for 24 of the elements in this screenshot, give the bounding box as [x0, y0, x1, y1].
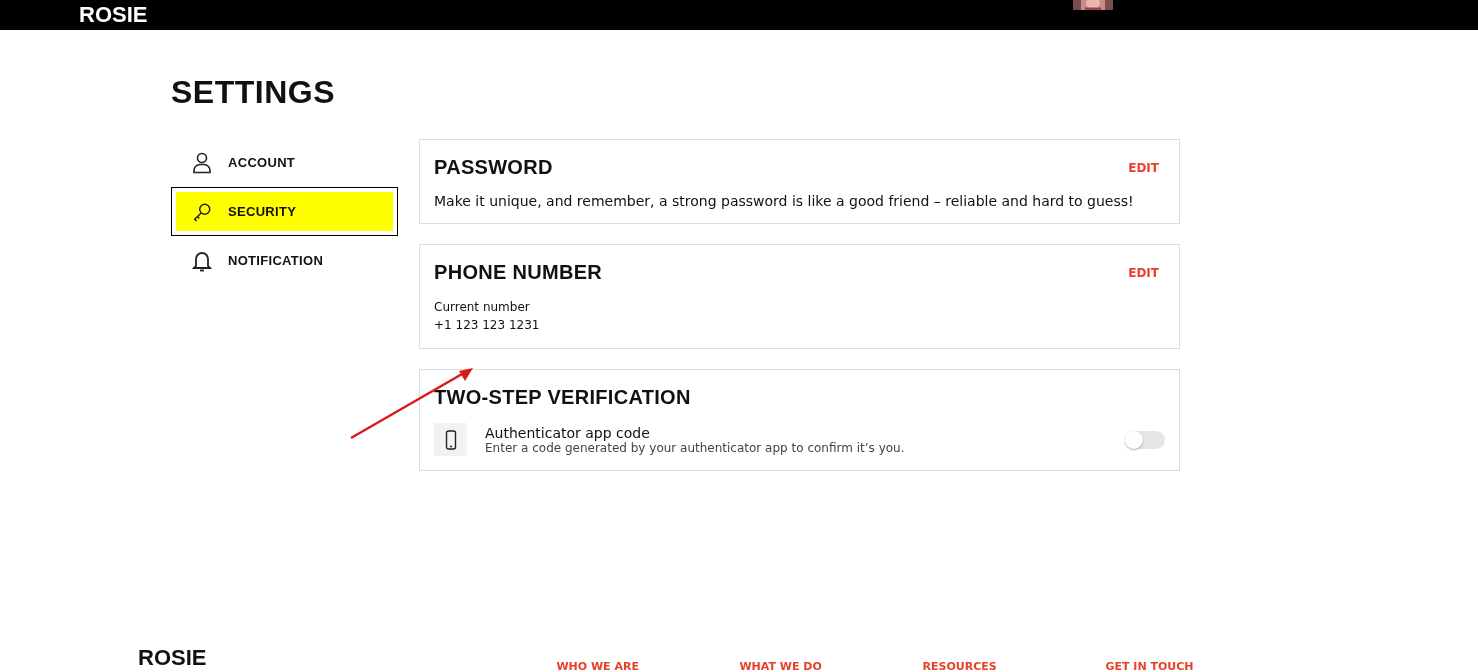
option-description: Enter a code generated by your authenticator app to confirm it’s you. [485, 440, 906, 455]
edit-link[interactable]: EDIT [1128, 160, 1159, 175]
section-title: PHONE NUMBER [434, 261, 603, 284]
footer-link[interactable]: WHO WE ARE [556, 646, 740, 672]
edit-link[interactable]: EDIT [1128, 265, 1159, 280]
field-label: Current number [434, 299, 531, 316]
logo[interactable]: ROSIE [79, 2, 148, 28]
sidebar-item[interactable]: ACCOUNT [171, 138, 398, 187]
option-title: Authenticator app code [485, 424, 651, 441]
footer-link[interactable]: RESOURCES [922, 646, 1106, 672]
phone-icon [434, 423, 467, 456]
footer-logo[interactable]: ROSIE [138, 646, 207, 670]
page-title: SETTINGS [171, 74, 336, 111]
sidebar-item[interactable]: NOTIFICATION [171, 236, 398, 285]
phone-number: +1 123 123 1231 [434, 317, 541, 334]
footer-link[interactable]: GET IN TOUCH [1105, 646, 1289, 672]
person-icon [192, 151, 212, 174]
bell-icon [192, 249, 212, 272]
section-title: TWO-STEP VERIFICATION [434, 386, 691, 409]
section-title: PASSWORD [434, 156, 553, 179]
section-description: Make it unique, and remember, a strong password is like a good friend – reliable and hard to guess! [434, 193, 1135, 209]
footer-link[interactable]: WHAT WE DO [739, 646, 923, 672]
toggle-switch[interactable] [1125, 430, 1165, 449]
sidebar-item[interactable]: SECURITY [171, 187, 398, 236]
